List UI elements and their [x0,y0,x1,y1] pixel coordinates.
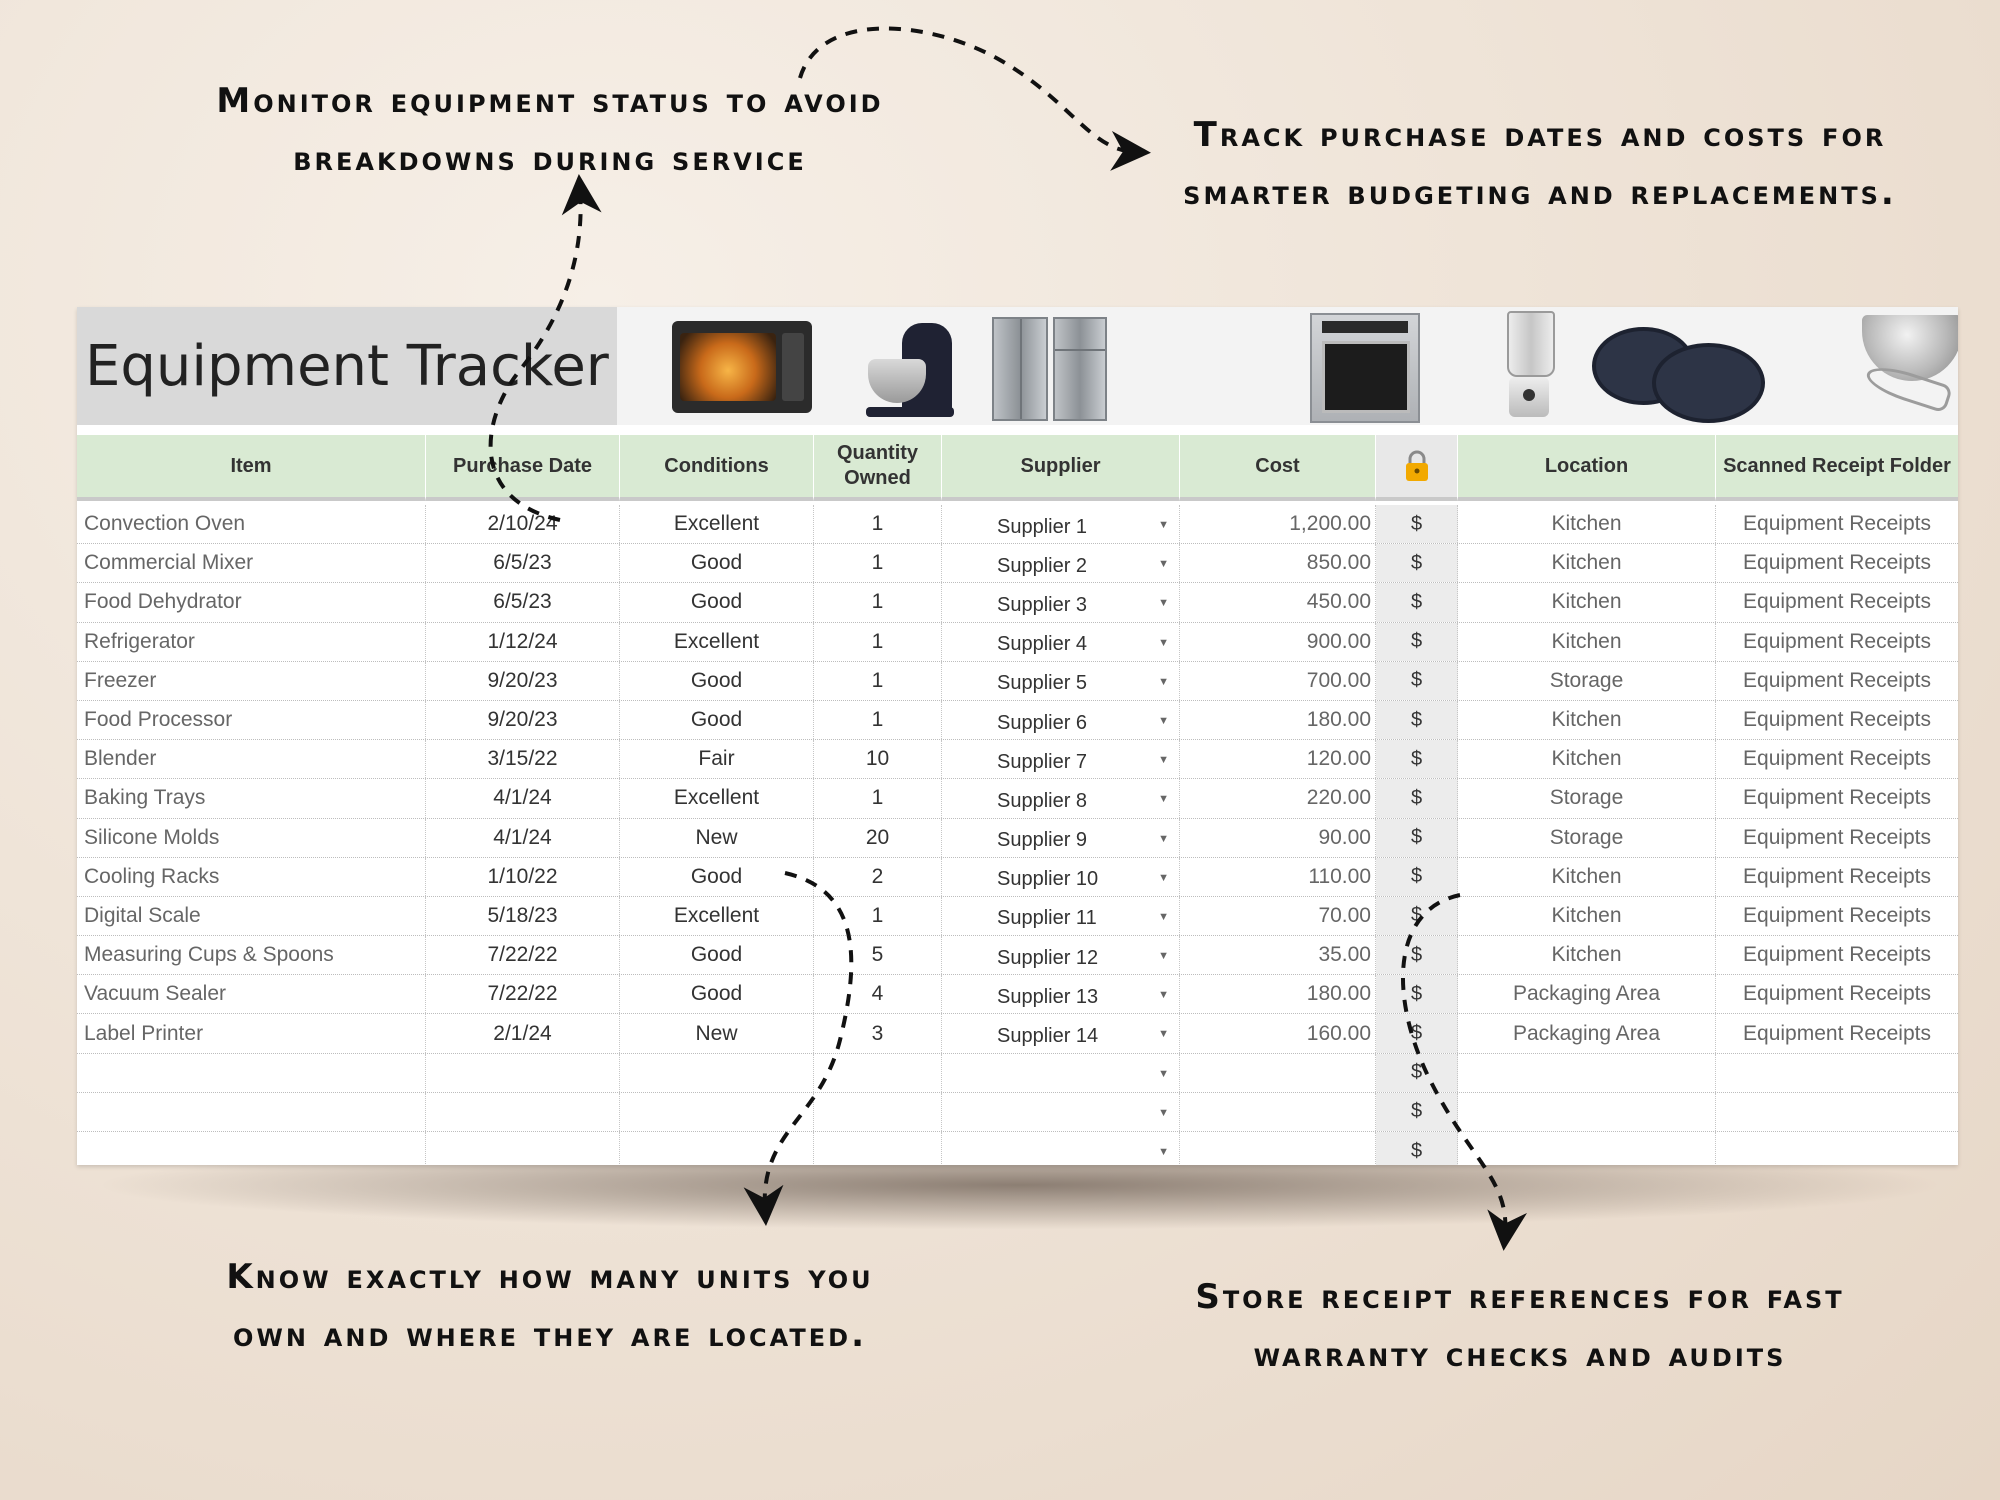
arrow-to-quantity [743,871,854,1226]
arrow-to-purchase-dates [798,26,1151,171]
arrow-to-status [488,174,602,522]
arrow-to-receipts [1400,893,1528,1251]
annotation-arrows [488,26,1528,1251]
